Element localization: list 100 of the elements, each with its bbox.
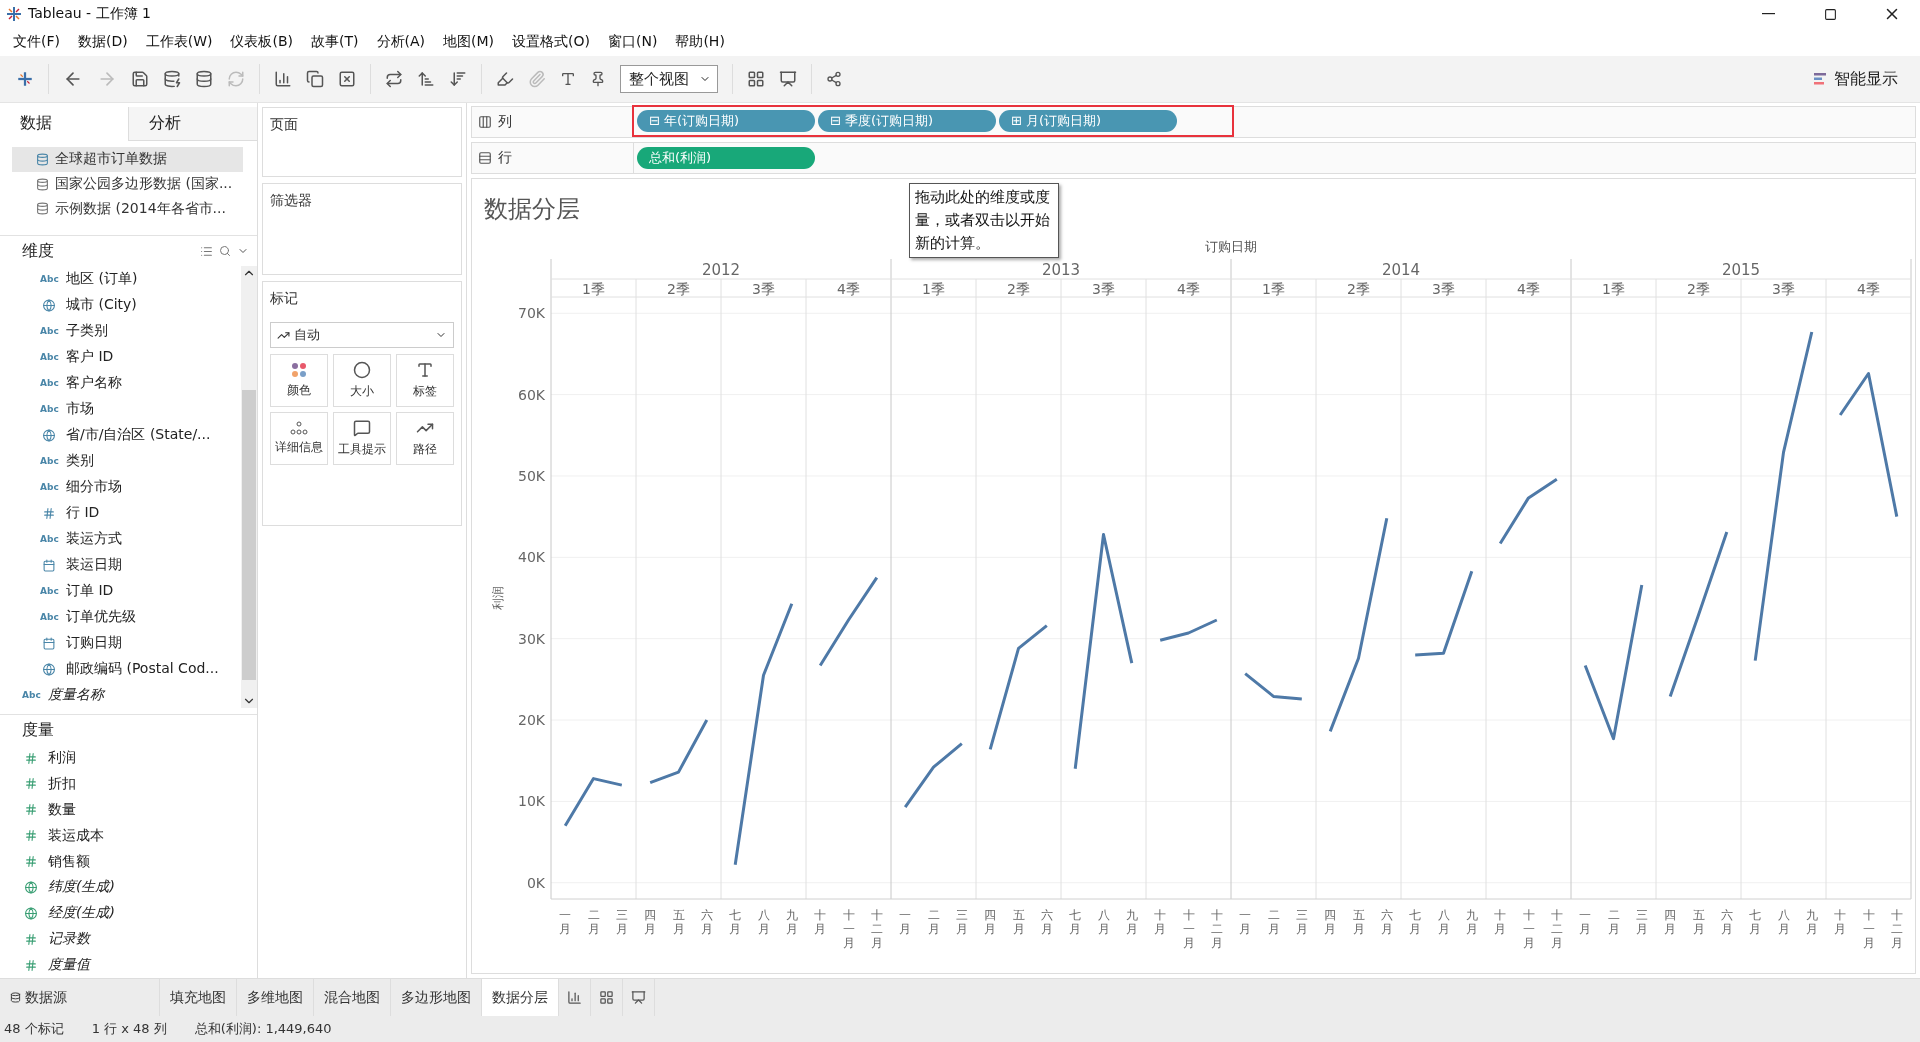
quarter-header: 2季 <box>667 281 690 297</box>
field-item[interactable]: Abc 类别 <box>0 448 241 475</box>
field-item[interactable]: Abc 订单 ID <box>0 578 241 605</box>
data-source-item[interactable]: 示例数据 (2014年各省市... <box>12 196 243 222</box>
share-icon[interactable] <box>826 71 842 87</box>
mark-button[interactable]: 大小 <box>333 354 391 407</box>
field-item[interactable]: 订购日期 <box>0 630 241 657</box>
database-icon[interactable] <box>195 70 213 88</box>
highlight-icon[interactable] <box>496 70 514 88</box>
field-item[interactable]: 度量值 <box>0 952 257 978</box>
field-item[interactable]: 销售额 <box>0 848 257 875</box>
field-item[interactable]: 经度(生成) <box>0 900 257 927</box>
menu-item[interactable]: 窗口(N) <box>599 33 667 51</box>
field-item[interactable]: 利润 <box>0 745 257 771</box>
duplicate-icon[interactable] <box>306 70 324 88</box>
field-item[interactable]: Abc 装运方式 <box>0 526 241 553</box>
string-type-label: Abc <box>40 274 58 285</box>
menu-item[interactable]: 地图(M) <box>434 33 504 51</box>
mark-button[interactable]: 详细信息 <box>270 412 328 465</box>
field-item[interactable]: Abc 子类别 <box>0 318 241 345</box>
y-tick-label: 60K <box>518 386 545 403</box>
month-label: 七月 <box>1409 908 1422 936</box>
string-type-label: Abc <box>40 456 58 467</box>
field-item[interactable]: 数量 <box>0 796 257 823</box>
menu-item[interactable]: 设置格式(O) <box>503 33 599 51</box>
menu-item[interactable]: 数据(D) <box>69 33 137 51</box>
logo-icon[interactable] <box>16 70 34 88</box>
field-item[interactable]: 邮政编码 (Postal Cod... <box>0 656 241 683</box>
month-label: 七月 <box>1069 908 1082 936</box>
data-source-item[interactable]: 国家公园多边形数据 (国家... <box>12 171 243 197</box>
field-name: 邮政编码 (Postal Cod... <box>66 660 219 679</box>
quarter-header: 3季 <box>752 281 775 297</box>
field-item[interactable]: 省/市/自治区 (State/... <box>0 422 241 449</box>
shelf[interactable]: 行 总和(利润) <box>471 142 1916 174</box>
field-item[interactable]: Abc 订单优先级 <box>0 604 241 631</box>
mark-button[interactable]: 工具提示 <box>333 412 391 465</box>
new-worksheet-icon[interactable] <box>274 70 292 88</box>
month-label: 十月 <box>1834 908 1847 936</box>
field-item[interactable]: 纬度(生成) <box>0 874 257 901</box>
card-title: 页面 <box>270 116 298 132</box>
label-icon <box>416 361 434 379</box>
mark-button[interactable]: 颜色 <box>270 354 328 407</box>
field-item[interactable]: Abc 细分市场 <box>0 474 241 501</box>
month-label: 十二月 <box>1890 908 1903 950</box>
quarter-header: 3季 <box>1772 281 1795 297</box>
scrollbar[interactable] <box>241 266 257 709</box>
quarter-header: 4季 <box>1857 281 1880 297</box>
menu-item[interactable]: 仪表板(B) <box>221 33 302 51</box>
year-header: 2014 <box>1381 261 1421 279</box>
fit-dropdown[interactable]: 整个视图 <box>620 65 718 93</box>
field-item[interactable]: Abc 市场 <box>0 396 241 423</box>
field-item[interactable]: 记录数 <box>0 926 257 953</box>
field-item[interactable]: Abc 客户名称 <box>0 370 241 397</box>
month-label: 六月 <box>700 908 713 936</box>
month-label: 六月 <box>1720 908 1733 936</box>
menu-item[interactable]: 帮助(H) <box>666 33 734 51</box>
sort-descending-icon[interactable] <box>449 70 467 88</box>
layout-icon[interactable] <box>747 70 765 88</box>
field-item[interactable]: Abc 度量名称 <box>0 682 241 709</box>
string-type-label: Abc <box>40 534 58 545</box>
quarter-header: 3季 <box>1432 281 1455 297</box>
field-name: 客户 ID <box>66 348 114 367</box>
field-item[interactable]: Abc 地区 (订单) <box>0 266 241 293</box>
field-item[interactable]: 行 ID <box>0 500 241 527</box>
search-icon[interactable] <box>219 245 231 258</box>
field-name: 订单 ID <box>66 582 114 601</box>
shelf-label: 列 <box>498 113 513 131</box>
list-view-icon[interactable] <box>200 244 213 258</box>
field-item[interactable]: 装运成本 <box>0 822 257 849</box>
field-item[interactable]: Abc 客户 ID <box>0 344 241 371</box>
field-item[interactable]: 折扣 <box>0 771 257 797</box>
data-source-item[interactable]: 全球超市订单数据 <box>12 146 243 172</box>
month-label: 一月 <box>899 908 912 936</box>
presentation-icon[interactable] <box>779 70 797 88</box>
menu-item[interactable]: 工作表(W) <box>136 33 222 51</box>
shelf-label: 行 <box>498 149 513 167</box>
clear-sheet-icon[interactable] <box>338 70 356 88</box>
paperclip-icon[interactable] <box>528 70 546 88</box>
month-label: 五月 <box>672 908 685 936</box>
mark-button[interactable]: 路径 <box>396 412 454 465</box>
field-item[interactable]: 装运日期 <box>0 552 241 579</box>
status-text: 总和(利润): 1,449,640 <box>194 1020 332 1038</box>
menu-item[interactable]: 分析(A) <box>367 33 434 51</box>
pane-tab[interactable]: 分析 <box>128 107 257 141</box>
pin-icon[interactable] <box>590 71 606 87</box>
field-item[interactable]: 城市 (City) <box>0 292 241 319</box>
mark-type-dropdown[interactable]: 自动 <box>270 322 454 348</box>
year-header: 2012 <box>701 261 741 279</box>
text-icon[interactable] <box>560 71 576 87</box>
sort-ascending-icon[interactable] <box>417 70 435 88</box>
mark-button[interactable]: 标签 <box>396 354 454 407</box>
swap-icon[interactable] <box>385 70 403 88</box>
y-tick-label: 50K <box>518 467 545 484</box>
field-name: 度量名称 <box>48 686 104 705</box>
string-type-label: Abc <box>40 352 58 363</box>
menu-item[interactable]: 故事(T) <box>302 33 368 51</box>
show-me-button[interactable]: 智能显示 <box>1808 67 1904 91</box>
sheet-tab[interactable]: 数据分层 <box>482 979 559 1016</box>
menu-item[interactable]: 文件(F) <box>4 33 69 51</box>
save-icon[interactable] <box>131 70 149 88</box>
